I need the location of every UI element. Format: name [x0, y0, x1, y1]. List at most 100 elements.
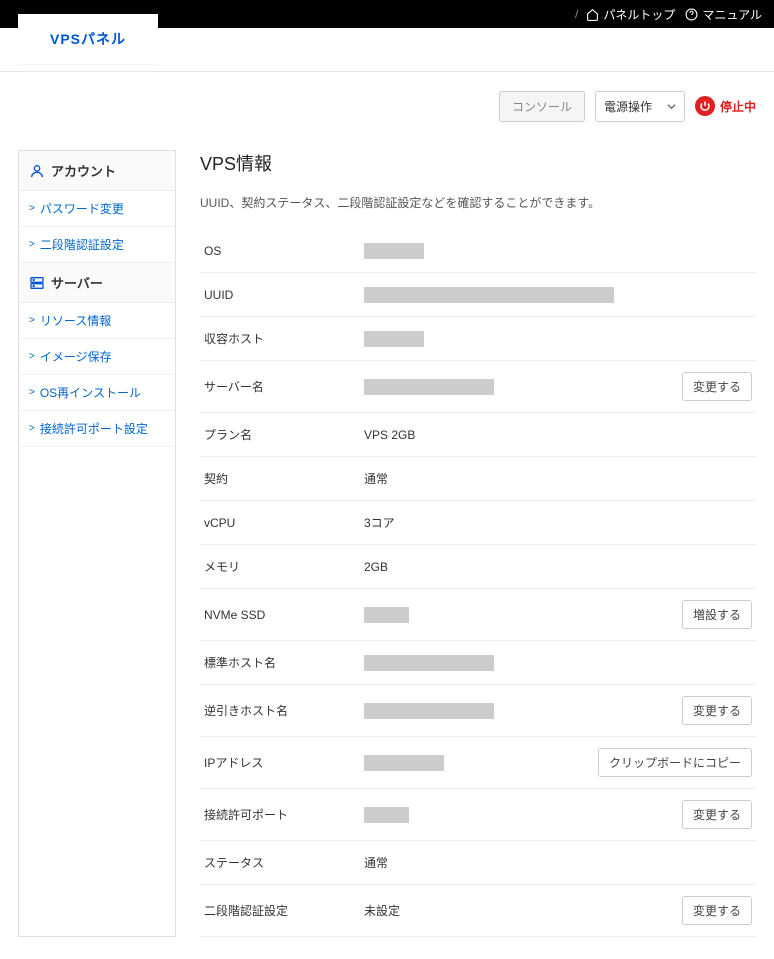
info-row: 収容ホスト: [200, 317, 756, 361]
logo-row: VPSパネル: [0, 28, 774, 72]
info-value: [364, 703, 682, 719]
copy-button[interactable]: クリップボードにコピー: [598, 748, 752, 777]
info-row: 標準ホスト名: [200, 641, 756, 685]
chevron-right-icon: >: [29, 387, 35, 398]
status-text: 停止中: [720, 98, 756, 115]
info-table: OSUUID収容ホストサーバー名変更するプラン名VPS 2GB契約通常vCPU3…: [200, 229, 756, 937]
info-label: 二段階認証設定: [204, 902, 364, 919]
info-action: 変更する: [682, 896, 752, 925]
sidebar-head-server: サーバー: [19, 263, 175, 303]
main-content: VPS情報 UUID、契約ステータス、二段階認証設定などを確認することができます…: [200, 150, 756, 937]
info-label: 標準ホスト名: [204, 654, 364, 671]
info-value: 通常: [364, 470, 752, 487]
sidebar-item-label: リソース情報: [40, 312, 111, 329]
info-label: 逆引きホスト名: [204, 702, 364, 719]
server-icon: [29, 275, 45, 291]
top-redacted: [240, 4, 520, 24]
change-button[interactable]: 変更する: [682, 896, 752, 925]
home-icon: [586, 8, 599, 21]
chevron-right-icon: >: [29, 239, 35, 250]
info-value: [364, 607, 682, 623]
logo[interactable]: VPSパネル: [18, 14, 158, 64]
power-select-label: 電源操作: [604, 98, 652, 115]
redacted-value: [364, 607, 409, 623]
info-label: OS: [204, 244, 364, 258]
info-value: 通常: [364, 854, 752, 871]
expand-button[interactable]: 増設する: [682, 600, 752, 629]
info-value: [364, 379, 682, 395]
info-row: 接続許可ポート変更する: [200, 789, 756, 841]
info-label: IPアドレス: [204, 754, 364, 771]
sidebar-item-account-1[interactable]: > 二段階認証設定: [19, 227, 175, 263]
info-value: 3コア: [364, 514, 752, 531]
change-button[interactable]: 変更する: [682, 800, 752, 829]
info-label: NVMe SSD: [204, 608, 364, 622]
change-button[interactable]: 変更する: [682, 696, 752, 725]
chevron-down-icon: [667, 102, 676, 111]
chevron-right-icon: >: [29, 203, 35, 214]
sidebar-item-label: パスワード変更: [40, 200, 124, 217]
console-button[interactable]: コンソール: [499, 91, 585, 122]
sidebar-item-server-0[interactable]: > リソース情報: [19, 303, 175, 339]
redacted-value: [364, 379, 494, 395]
manual-link[interactable]: マニュアル: [685, 6, 762, 23]
info-label: 契約: [204, 470, 364, 487]
info-row: UUID: [200, 273, 756, 317]
sidebar-item-server-1[interactable]: > イメージ保存: [19, 339, 175, 375]
redacted-value: [364, 287, 614, 303]
chevron-right-icon: >: [29, 423, 35, 434]
sidebar-item-server-2[interactable]: > OS再インストール: [19, 375, 175, 411]
info-label: ステータス: [204, 854, 364, 871]
info-value: [364, 655, 752, 671]
info-value: 未設定: [364, 902, 682, 919]
info-action: 変更する: [682, 800, 752, 829]
panel-top-label: パネルトップ: [603, 6, 675, 23]
info-action: 変更する: [682, 696, 752, 725]
info-label: vCPU: [204, 516, 364, 530]
info-row: 逆引きホスト名 変更する: [200, 685, 756, 737]
panel-top-link[interactable]: パネルトップ: [586, 6, 675, 23]
status-indicator: 停止中: [695, 96, 756, 116]
info-row: ステータス通常: [200, 841, 756, 885]
info-value: [364, 331, 752, 347]
sidebar-item-label: OS再インストール: [40, 384, 141, 401]
sidebar: アカウント > パスワード変更 > 二段階認証設定 サーバー > リソース情報 > イメージ…: [18, 150, 176, 937]
chevron-right-icon: >: [29, 351, 35, 362]
page-description: UUID、契約ステータス、二段階認証設定などを確認することができます。: [200, 194, 756, 211]
sidebar-head-server-label: サーバー: [51, 273, 103, 292]
redacted-value: [364, 807, 409, 823]
redacted-value: [364, 331, 424, 347]
info-action: クリップボードにコピー: [598, 748, 752, 777]
info-label: 収容ホスト: [204, 330, 364, 347]
sidebar-item-label: 二段階認証設定: [40, 236, 124, 253]
info-label: UUID: [204, 288, 364, 302]
power-icon: [695, 96, 715, 116]
chevron-right-icon: >: [29, 315, 35, 326]
info-value: [364, 807, 682, 823]
breadcrumb-separator: /: [575, 7, 578, 21]
info-row: vCPU3コア: [200, 501, 756, 545]
info-row: OS: [200, 229, 756, 273]
user-icon: [29, 163, 45, 179]
page-title: VPS情報: [200, 150, 756, 176]
info-row: メモリ2GB: [200, 545, 756, 589]
sidebar-head-account: アカウント: [19, 151, 175, 191]
redacted-value: [364, 703, 494, 719]
sidebar-item-label: イメージ保存: [40, 348, 112, 365]
control-row: コンソール 電源操作 停止中: [0, 72, 774, 128]
redacted-value: [364, 243, 424, 259]
content: アカウント > パスワード変更 > 二段階認証設定 サーバー > リソース情報 > イメージ…: [0, 128, 774, 959]
sidebar-item-account-0[interactable]: > パスワード変更: [19, 191, 175, 227]
redacted-value: [364, 655, 494, 671]
power-select[interactable]: 電源操作: [595, 91, 685, 122]
help-icon: [685, 8, 698, 21]
sidebar-head-account-label: アカウント: [51, 161, 116, 180]
change-button[interactable]: 変更する: [682, 372, 752, 401]
info-label: プラン名: [204, 426, 364, 443]
info-value: [364, 243, 752, 259]
info-row: NVMe SSD 増設する: [200, 589, 756, 641]
sidebar-item-server-3[interactable]: > 接続許可ポート設定: [19, 411, 175, 447]
info-row: サーバー名変更する: [200, 361, 756, 413]
info-action: 増設する: [682, 600, 752, 629]
sidebar-item-label: 接続許可ポート設定: [40, 420, 148, 437]
